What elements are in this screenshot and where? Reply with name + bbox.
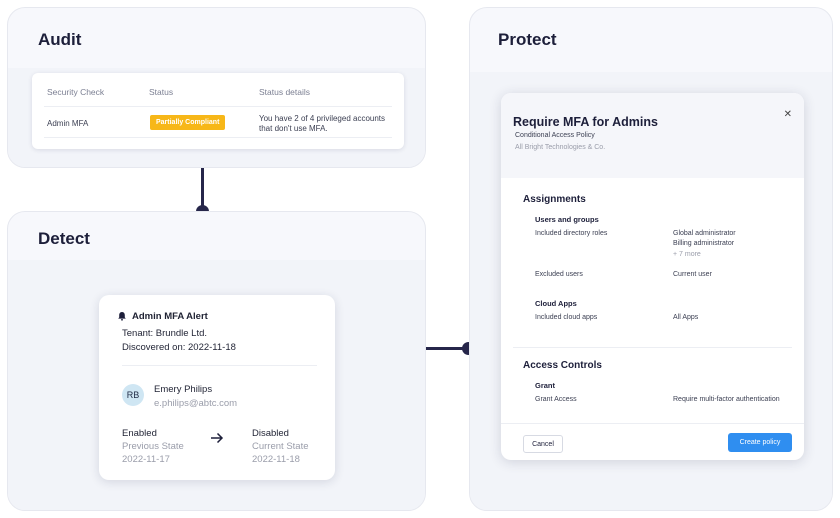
modal-org: All Bright Technologies & Co. (515, 144, 606, 151)
grant-access-label: Grant Access (535, 396, 577, 403)
divider (513, 347, 792, 348)
assignments-heading: Assignments (523, 194, 586, 205)
user-name: Emery Philips (154, 384, 213, 395)
more-roles-link[interactable]: + 7 more (673, 251, 701, 258)
detect-title: Detect (38, 229, 90, 248)
alert-discovered: Discovered on: 2022-11-18 (122, 342, 236, 353)
current-value: Disabled (252, 428, 289, 439)
excluded-users-value: Current user (673, 271, 712, 278)
audit-title: Audit (38, 30, 82, 49)
col-header-status: Status (149, 87, 174, 97)
cloud-apps-label: Cloud Apps (535, 299, 577, 308)
divider (501, 423, 804, 424)
previous-date: 2022-11-17 (122, 454, 170, 465)
policy-modal: Require MFA for Admins ✕ Conditional Acc… (501, 93, 804, 460)
col-header-details: Status details (259, 87, 311, 97)
col-header-check: Security Check (47, 87, 105, 97)
bell-icon (118, 312, 126, 321)
included-apps-value: All Apps (673, 314, 699, 321)
previous-label: Previous State (122, 441, 184, 452)
access-controls-heading: Access Controls (523, 360, 602, 371)
avatar: RB (122, 384, 144, 406)
detect-panel: Detect Admin MFA Alert Tenant: Brundle L… (7, 211, 426, 511)
protect-title: Protect (498, 30, 557, 49)
audit-table: Security Check Status Status details Adm… (32, 73, 404, 149)
alert-title: Admin MFA Alert (132, 311, 208, 322)
grant-access-value: Require multi-factor authentication (673, 396, 780, 403)
cancel-button[interactable]: Cancel (523, 435, 563, 453)
divider (44, 106, 392, 107)
modal-subtitle: Conditional Access Policy (515, 132, 595, 139)
protect-panel: Protect Require MFA for Admins ✕ Conditi… (469, 7, 833, 511)
current-label: Current State (252, 441, 309, 452)
current-date: 2022-11-18 (252, 454, 300, 465)
modal-title: Require MFA for Admins (513, 115, 658, 129)
included-role: Global administrator (673, 230, 736, 237)
divider (44, 137, 392, 138)
user-email: e.philips@abtc.com (154, 398, 238, 409)
create-policy-button[interactable]: Create policy (728, 433, 792, 452)
status-badge: Partially Compliant (150, 115, 226, 130)
included-apps-label: Included cloud apps (535, 314, 598, 321)
divider (122, 365, 317, 366)
close-icon[interactable]: ✕ (784, 109, 792, 120)
audit-panel: Audit Security Check Status Status detai… (7, 7, 426, 168)
row-check: Admin MFA (47, 119, 89, 128)
alert-card[interactable]: Admin MFA Alert Tenant: Brundle Ltd. Dis… (99, 295, 335, 480)
included-role: Billing administrator (673, 240, 735, 247)
excluded-users-label: Excluded users (535, 271, 583, 278)
row-details: You have 2 of 4 privileged accounts that… (259, 114, 386, 133)
previous-value: Enabled (122, 428, 157, 439)
included-roles-label: Included directory roles (535, 230, 608, 237)
users-groups-label: Users and groups (535, 215, 599, 224)
grant-label: Grant (535, 381, 556, 390)
alert-tenant: Tenant: Brundle Ltd. (122, 328, 208, 339)
arrow-right-icon (211, 432, 224, 444)
